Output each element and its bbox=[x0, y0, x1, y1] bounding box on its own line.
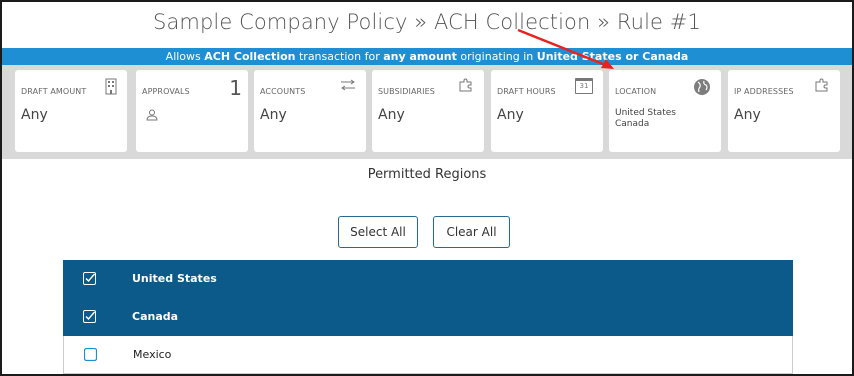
location-line-2: Canada bbox=[615, 119, 650, 129]
clear-all-button[interactable]: Clear All bbox=[433, 216, 510, 248]
building-icon bbox=[105, 78, 117, 98]
permitted-regions-title: Permitted Regions bbox=[367, 167, 487, 182]
tile-label: ACCOUNTS bbox=[260, 87, 306, 96]
checked-checkbox-icon[interactable] bbox=[83, 310, 96, 323]
tile-value: Any bbox=[378, 107, 405, 123]
region-name: Canada bbox=[132, 310, 179, 323]
transfer-arrows-icon bbox=[340, 78, 356, 94]
tile-value: Any bbox=[21, 107, 48, 123]
tile-draft-hours[interactable]: DRAFT HOURS Any 31 bbox=[491, 70, 603, 152]
select-all-button[interactable]: Select All bbox=[338, 216, 418, 248]
tile-value: Any bbox=[734, 107, 761, 123]
location-line-1: United States bbox=[615, 108, 676, 118]
tile-label: LOCATION bbox=[615, 87, 657, 96]
unchecked-checkbox-icon[interactable] bbox=[83, 347, 98, 362]
policy-rule-window: Sample Company Policy » ACH Collection »… bbox=[0, 0, 854, 376]
banner-amount: any amount bbox=[383, 50, 457, 63]
banner-regions: United States or Canada bbox=[536, 50, 689, 63]
banner-transaction: ACH Collection bbox=[204, 50, 296, 63]
tile-label: IP ADDRESSES bbox=[734, 87, 794, 96]
region-name: United States bbox=[132, 272, 217, 285]
globe-icon bbox=[693, 78, 711, 99]
tile-label: APPROVALS bbox=[142, 87, 190, 96]
user-icon bbox=[146, 106, 158, 125]
tile-subsidiaries[interactable]: SUBSIDIARIES Any bbox=[372, 70, 484, 152]
rule-summary-banner: Allows ACH Collection transaction for an… bbox=[2, 48, 852, 65]
region-name: Mexico bbox=[133, 348, 172, 361]
calendar-icon: 31 bbox=[575, 78, 593, 94]
page-title: Sample Company Policy » ACH Collection »… bbox=[153, 10, 701, 34]
tile-value: Any bbox=[497, 107, 524, 123]
puzzle-icon bbox=[458, 78, 474, 95]
calendar-day: 31 bbox=[579, 82, 589, 90]
tile-approvals[interactable]: APPROVALS 1 bbox=[136, 70, 248, 152]
tile-accounts[interactable]: ACCOUNTS Any bbox=[254, 70, 366, 152]
tile-label: SUBSIDIARIES bbox=[378, 87, 435, 96]
location-value: United States Canada bbox=[615, 108, 676, 130]
approvals-count: 1 bbox=[229, 76, 242, 100]
tile-location[interactable]: LOCATION United States Canada bbox=[609, 70, 721, 152]
tile-value: Any bbox=[260, 107, 287, 123]
checked-checkbox-icon[interactable] bbox=[83, 272, 96, 285]
tile-draft-amount[interactable]: DRAFT AMOUNT Any bbox=[15, 70, 127, 152]
puzzle-icon bbox=[814, 78, 830, 95]
tile-label: DRAFT AMOUNT bbox=[21, 87, 87, 96]
region-row-canada[interactable]: Canada bbox=[63, 298, 793, 336]
banner-text-prefix: Allows bbox=[165, 50, 201, 63]
region-row-mexico[interactable]: Mexico bbox=[63, 336, 793, 374]
tile-ip-addresses[interactable]: IP ADDRESSES Any bbox=[728, 70, 840, 152]
tile-label: DRAFT HOURS bbox=[497, 87, 556, 96]
banner-text-mid1: transaction for bbox=[298, 50, 380, 63]
region-row-united-states[interactable]: United States bbox=[63, 260, 793, 298]
banner-text-mid2: originating in bbox=[460, 50, 534, 63]
